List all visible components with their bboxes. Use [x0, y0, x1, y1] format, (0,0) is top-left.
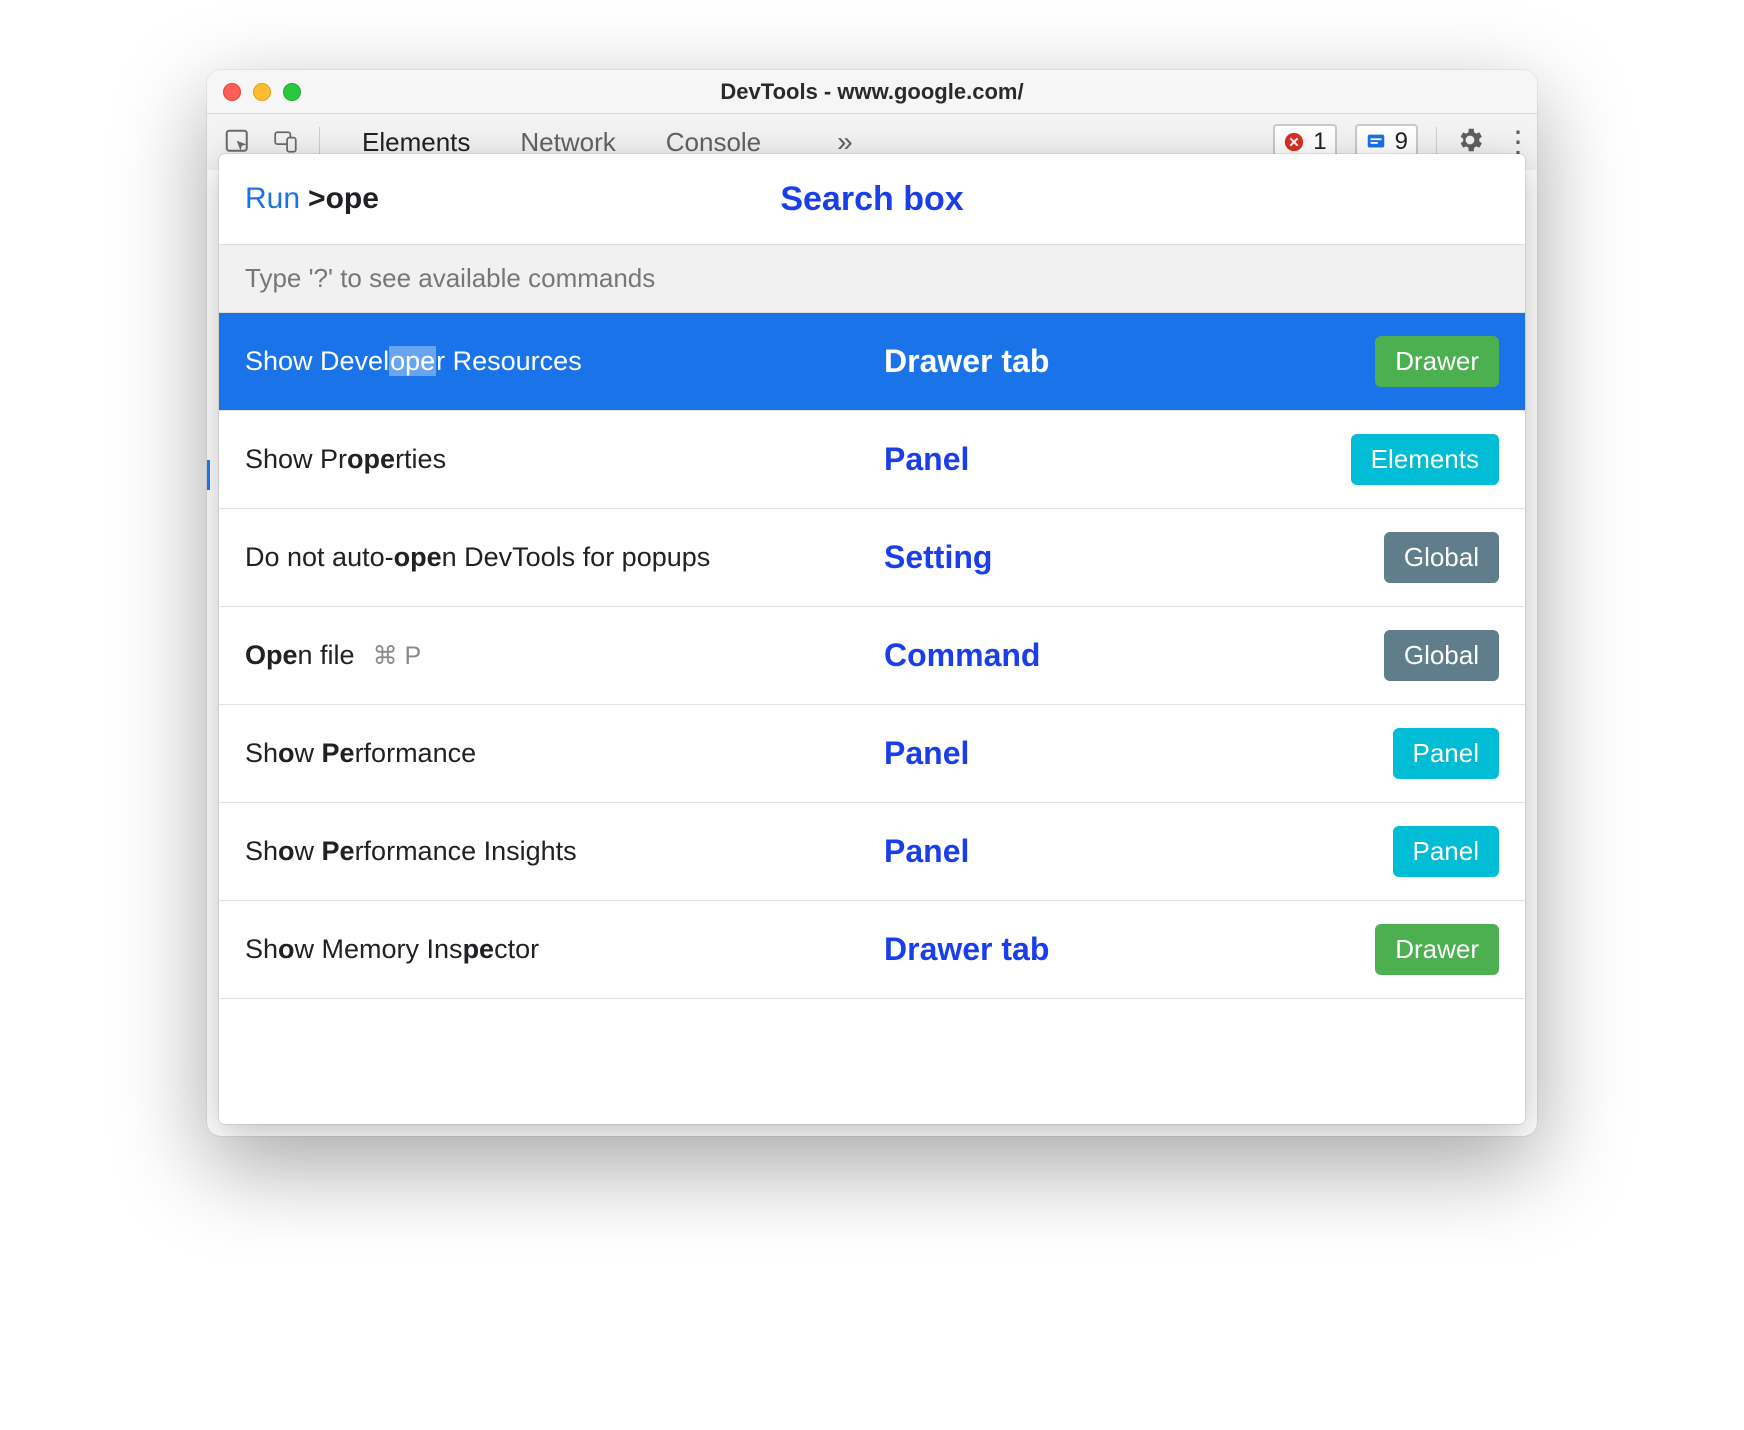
- command-result-badge: Drawer: [1375, 336, 1499, 387]
- titlebar: DevTools - www.google.com/: [207, 70, 1537, 114]
- annotation-label: Drawer tab: [884, 343, 1049, 380]
- command-result-row[interactable]: Show Properties Panel Elements: [219, 411, 1525, 509]
- errors-count: 1: [1313, 128, 1326, 156]
- error-icon: [1283, 131, 1305, 153]
- command-result-shortcut: ⌘ P: [373, 641, 422, 671]
- annotation-label: Setting: [884, 539, 992, 576]
- annotation-label: Panel: [884, 833, 969, 870]
- run-label[interactable]: Run: [245, 182, 300, 216]
- devtools-window: DevTools - www.google.com/ Elements Netw…: [207, 70, 1537, 1136]
- command-result-label: Show Memory Inspector: [245, 934, 539, 965]
- command-result-label: Show Performance Insights: [245, 836, 577, 867]
- command-result-row[interactable]: Open file ⌘ P Command Global: [219, 607, 1525, 705]
- command-result-row[interactable]: Show Performance Insights Panel Panel: [219, 803, 1525, 901]
- annotation-label: Drawer tab: [884, 931, 1049, 968]
- command-result-badge: Global: [1384, 532, 1499, 583]
- command-result-badge: Panel: [1393, 728, 1500, 779]
- window-title: DevTools - www.google.com/: [207, 79, 1537, 105]
- command-result-label: Show Performance: [245, 738, 476, 769]
- issues-count: 9: [1395, 128, 1408, 156]
- annotation-search-box: Search box: [219, 180, 1525, 219]
- command-result-badge: Global: [1384, 630, 1499, 681]
- annotation-label: Panel: [884, 441, 969, 478]
- command-results-list: Show Developer Resources Drawer tab Drawer…: [219, 313, 1525, 1124]
- traffic-lights: [207, 83, 301, 101]
- command-result-row[interactable]: Do not auto-open DevTools for popups Sett…: [219, 509, 1525, 607]
- device-toggle-icon[interactable]: [271, 127, 301, 157]
- command-result-badge: Panel: [1393, 826, 1500, 877]
- inspect-element-icon[interactable]: [223, 127, 253, 157]
- toolbar-divider: [1436, 127, 1437, 157]
- run-caret: >: [308, 182, 326, 216]
- annotation-label: Panel: [884, 735, 969, 772]
- panel-indicator: [207, 460, 210, 490]
- command-hint: Type '?' to see available commands: [219, 244, 1525, 313]
- command-search-row[interactable]: Run > ope Search box: [219, 154, 1525, 244]
- annotation-label: Command: [884, 637, 1040, 674]
- command-result-label: Open file: [245, 640, 355, 671]
- command-search-input[interactable]: ope: [326, 182, 379, 216]
- command-result-badge: Drawer: [1375, 924, 1499, 975]
- issue-icon: [1365, 131, 1387, 153]
- command-result-label: Show Developer Resources: [245, 346, 582, 377]
- command-result-label: Show Properties: [245, 444, 446, 475]
- command-result-row[interactable]: Show Developer Resources Drawer tab Drawer: [219, 313, 1525, 411]
- close-window-button[interactable]: [223, 83, 241, 101]
- command-menu: Run > ope Search box Type '?' to see ava…: [219, 154, 1525, 1124]
- command-result-label: Do not auto-open DevTools for popups: [245, 542, 710, 573]
- zoom-window-button[interactable]: [283, 83, 301, 101]
- command-result-row[interactable]: Show Performance Panel Panel: [219, 705, 1525, 803]
- command-result-row[interactable]: Show Memory Inspector Drawer tab Drawer: [219, 901, 1525, 999]
- minimize-window-button[interactable]: [253, 83, 271, 101]
- toolbar-divider: [319, 127, 320, 157]
- command-result-badge: Elements: [1351, 434, 1499, 485]
